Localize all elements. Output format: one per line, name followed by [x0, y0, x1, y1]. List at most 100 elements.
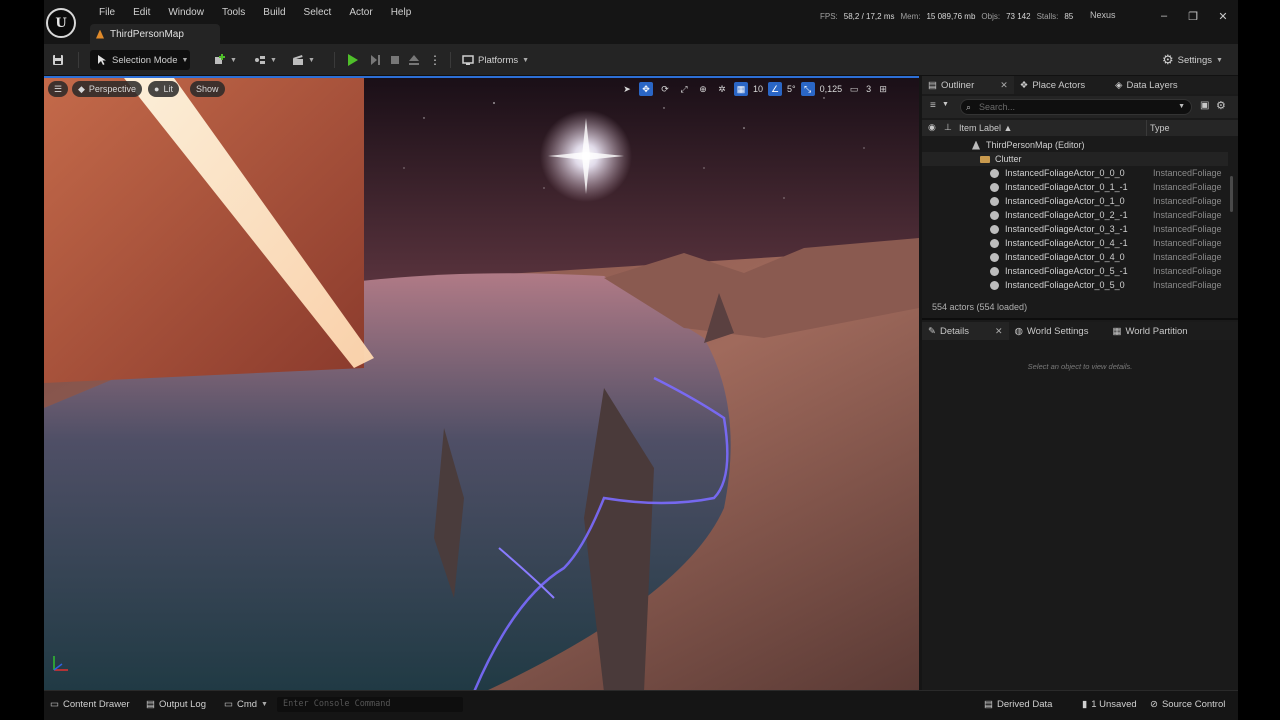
play-button[interactable] — [348, 50, 358, 70]
menu-build[interactable]: Build — [254, 7, 294, 19]
search-icon: ⌕ — [966, 102, 972, 112]
maximize-viewport-icon[interactable]: ⊞ — [876, 82, 890, 96]
source-control-label: Source Control — [1161, 699, 1226, 710]
view-mode-dropdown[interactable]: ● Lit — [148, 81, 179, 97]
tab-outliner[interactable]: ▤ Outliner ✕ — [922, 76, 1014, 94]
gear-icon[interactable]: ⚙ — [1216, 99, 1226, 112]
tree-folder-item[interactable]: Clutter — [922, 152, 1228, 166]
translate-tool-icon[interactable]: ✥ — [639, 82, 653, 96]
list-item[interactable]: InstancedFoliageActor_0_2_-1 InstancedFol… — [922, 208, 1228, 222]
tab-world-partition[interactable]: ▦ World Partition — [1106, 322, 1193, 340]
selection-mode-dropdown[interactable]: Selection Mode ▼ — [90, 50, 190, 70]
lit-label: Lit — [163, 84, 173, 94]
menu-edit[interactable]: Edit — [124, 7, 159, 19]
tab-thirdpersonmap[interactable]: ThirdPersonMap — [90, 24, 220, 44]
level-icon — [972, 140, 980, 150]
close-icon[interactable]: ✕ — [995, 326, 1003, 337]
viewport-scene[interactable] — [44, 78, 919, 690]
actor-type: InstancedFoliage — [1153, 252, 1222, 262]
console-input[interactable]: Enter Console Command — [277, 697, 463, 712]
actor-icon — [990, 182, 999, 192]
menu-tools[interactable]: Tools — [213, 7, 254, 19]
unsaved-button[interactable]: ▮ 1 Unsaved — [1082, 699, 1137, 710]
rotation-snap-icon[interactable]: ∠ — [768, 82, 783, 96]
close-button[interactable]: ✕ — [1216, 10, 1230, 23]
source-control-button[interactable]: ⊘ Source Control — [1150, 699, 1225, 710]
rotation-snap-value[interactable]: 5° — [787, 84, 796, 94]
cmd-dropdown[interactable]: ▭ Cmd ▼ — [224, 699, 268, 710]
list-item[interactable]: InstancedFoliageActor_0_1_-1 InstancedFol… — [922, 180, 1228, 194]
viewport-options-button[interactable]: ☰ — [48, 81, 69, 97]
platforms-dropdown[interactable]: Platforms ▼ — [462, 50, 529, 70]
blueprints-button[interactable]: ▼ — [254, 50, 277, 70]
menu-file[interactable]: File — [90, 7, 124, 19]
type-header[interactable]: Type — [1150, 123, 1170, 133]
chevron-down-icon[interactable]: ▼ — [942, 101, 949, 108]
list-item[interactable]: InstancedFoliageActor_0_0_0 InstancedFoli… — [922, 166, 1228, 180]
grid-size-value[interactable]: 10 — [753, 84, 763, 94]
actor-icon — [990, 266, 999, 276]
surface-snap-icon[interactable]: ✲ — [715, 82, 729, 96]
menu-actor[interactable]: Actor — [340, 7, 381, 19]
visibility-eye-icon[interactable]: ◉ — [928, 122, 936, 133]
tree-root-item[interactable]: ThirdPersonMap (Editor) — [922, 138, 1228, 152]
rotate-tool-icon[interactable]: ⟳ — [658, 82, 672, 96]
outliner-search-input[interactable]: ⌕ Search... ▼ — [960, 99, 1192, 115]
tab-details[interactable]: ✎ Details ✕ — [922, 322, 1009, 340]
show-dropdown[interactable]: Show — [190, 81, 225, 97]
add-folder-icon[interactable]: ▣ — [1200, 100, 1209, 111]
level-viewport[interactable]: ☰ ◆ Perspective ● Lit Show ➤ ✥ ⟳ ⤢ ⊕ ✲ ▦ — [44, 76, 919, 690]
camera-speed-value[interactable]: 0,125 — [820, 84, 843, 94]
advance-frame-button[interactable] — [369, 50, 381, 70]
outliner-scrollbar[interactable] — [1230, 176, 1233, 212]
menu-help[interactable]: Help — [382, 7, 421, 19]
tab-place-actors[interactable]: ❖ Place Actors — [1014, 76, 1091, 94]
minimize-button[interactable]: – — [1157, 10, 1171, 22]
filter-icon[interactable]: ≡ — [930, 100, 936, 111]
camera-icon: ◆ — [78, 83, 85, 94]
list-item[interactable]: InstancedFoliageActor_0_1_0 InstancedFoli… — [922, 194, 1228, 208]
close-icon[interactable]: ✕ — [1000, 80, 1008, 91]
chevron-down-icon: ▼ — [270, 56, 277, 64]
partition-icon: ▦ — [1112, 325, 1122, 337]
unreal-logo-icon[interactable]: U — [46, 8, 76, 38]
scale-snap-icon[interactable]: ⤡ — [800, 82, 815, 96]
pin-icon[interactable]: ⊥ — [944, 122, 952, 133]
list-item[interactable]: InstancedFoliageActor_0_3_-1 InstancedFol… — [922, 222, 1228, 236]
actor-label: InstancedFoliageActor_0_5_-1 — [1005, 266, 1128, 276]
item-label-column[interactable]: Item Label ▲ — [959, 123, 1012, 133]
menu-select[interactable]: Select — [295, 7, 341, 19]
scale-tool-icon[interactable]: ⤢ — [677, 82, 691, 96]
map-tab-label: ThirdPersonMap — [110, 28, 184, 40]
camera-count-value[interactable]: 3 — [866, 84, 871, 94]
save-button[interactable] — [52, 50, 64, 70]
outliner-column-header: ◉ ⊥ Item Label ▲ Type — [922, 120, 1238, 136]
camera-speed-icon[interactable]: ▭ — [847, 82, 861, 96]
menu-window[interactable]: Window — [159, 7, 213, 19]
eject-button[interactable] — [408, 50, 420, 70]
chevron-down-icon: ▼ — [181, 56, 189, 64]
list-item[interactable]: InstancedFoliageActor_0_5_0 InstancedFoli… — [922, 278, 1228, 292]
tab-data-layers[interactable]: ◈ Data Layers — [1109, 76, 1184, 94]
list-item[interactable]: InstancedFoliageActor_0_5_-1 InstancedFol… — [922, 264, 1228, 278]
world-local-icon[interactable]: ⊕ — [696, 82, 710, 96]
add-content-button[interactable]: ▼ — [214, 50, 237, 70]
derived-data-button[interactable]: ▤ Derived Data — [984, 699, 1052, 710]
actor-type: InstancedFoliage — [1153, 182, 1222, 192]
select-tool-icon[interactable]: ➤ — [620, 82, 634, 96]
content-drawer-button[interactable]: ▭ Content Drawer — [50, 699, 130, 710]
stop-button[interactable] — [389, 50, 401, 70]
column-divider[interactable] — [1146, 120, 1147, 136]
panel-splitter[interactable] — [922, 318, 1238, 320]
cinematics-button[interactable]: ▼ — [292, 50, 315, 70]
grid-snap-icon[interactable]: ▦ — [734, 82, 748, 96]
settings-dropdown[interactable]: ⚙ Settings ▼ — [1162, 50, 1223, 70]
output-log-button[interactable]: ▤ Output Log — [146, 699, 206, 710]
list-item[interactable]: InstancedFoliageActor_0_4_0 InstancedFoli… — [922, 250, 1228, 264]
more-options-icon: ⋮ — [429, 53, 441, 67]
list-item[interactable]: InstancedFoliageActor_0_4_-1 InstancedFol… — [922, 236, 1228, 250]
play-options-button[interactable]: ⋮ — [429, 50, 441, 70]
tab-world-settings[interactable]: ◍ World Settings — [1009, 322, 1095, 340]
perspective-dropdown[interactable]: ◆ Perspective — [72, 81, 142, 97]
restore-button[interactable]: ❐ — [1186, 10, 1200, 23]
